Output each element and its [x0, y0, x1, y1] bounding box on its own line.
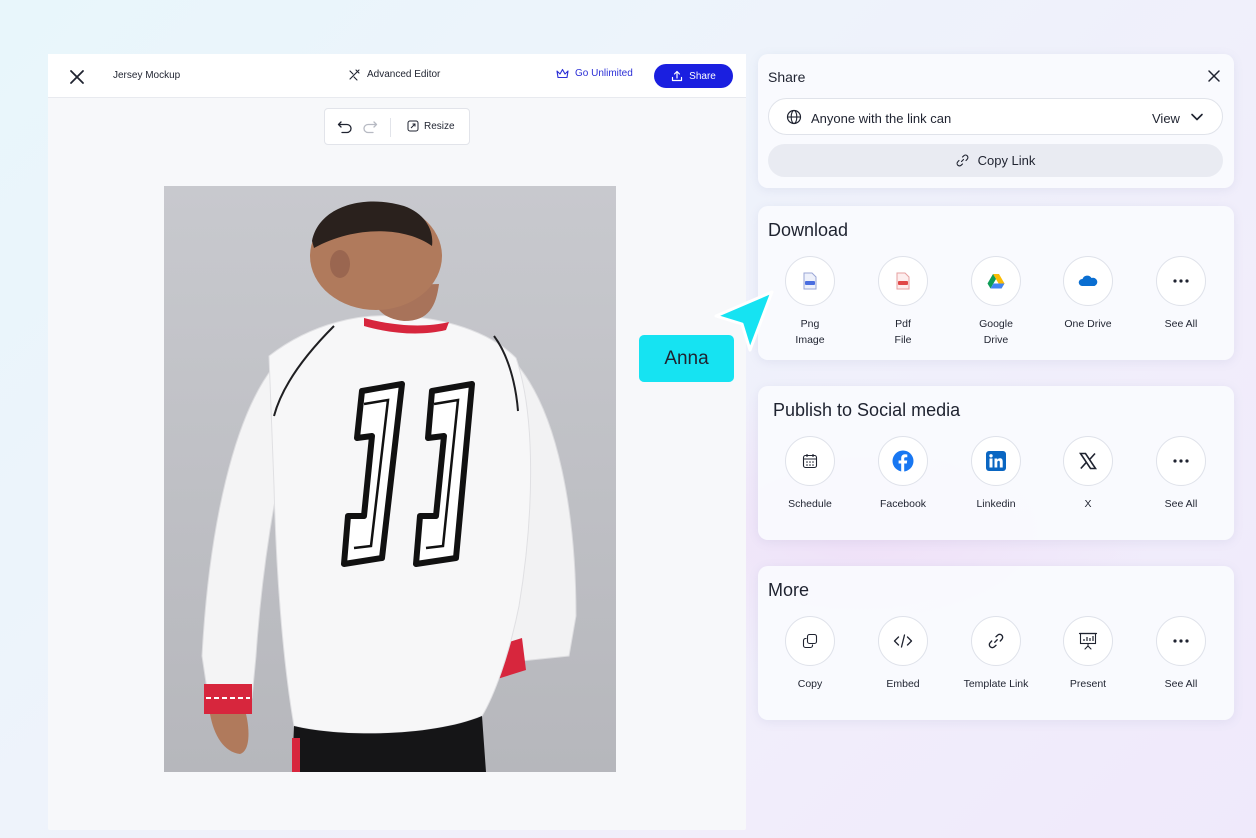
- publish-see-all-label: See All: [1164, 498, 1198, 510]
- more-see-all-label: See All: [1164, 678, 1198, 690]
- download-pdf-button[interactable]: Pdf File: [863, 256, 943, 348]
- download-png-label: Png Image: [795, 318, 825, 346]
- link-access-text: Anyone with the link can: [811, 111, 952, 126]
- download-section-title: Download: [768, 220, 849, 240]
- presentation-icon: [1063, 616, 1113, 666]
- embed-button[interactable]: Embed: [863, 616, 943, 692]
- x-button[interactable]: X: [1048, 436, 1128, 512]
- google-drive-button[interactable]: Google Drive: [956, 256, 1036, 348]
- download-pdf-label: Pdf File: [894, 318, 912, 346]
- x-logo-icon: [1063, 436, 1113, 486]
- more-dots-icon: [1156, 436, 1206, 486]
- facebook-label: Facebook: [879, 498, 927, 510]
- advanced-editor-button[interactable]: Advanced Editor: [348, 68, 440, 81]
- magic-tools-icon: [349, 69, 360, 81]
- facebook-button[interactable]: Facebook: [863, 436, 943, 512]
- document-title[interactable]: Jersey Mockup: [113, 70, 180, 81]
- canvas-toolbar: Resize: [324, 108, 470, 145]
- share-panel-title: Share: [768, 69, 806, 85]
- close-icon[interactable]: [68, 68, 86, 86]
- copy-label: Copy: [797, 678, 823, 690]
- share-button-label: Share: [689, 70, 716, 82]
- download-png-button[interactable]: Png Image: [770, 256, 850, 348]
- more-card: More Copy Embed Template Link Present Se…: [758, 566, 1234, 720]
- jersey-illustration: [201, 201, 577, 772]
- more-dots-icon: [1156, 256, 1206, 306]
- copy-link-label: Copy Link: [977, 153, 1036, 168]
- copy-button[interactable]: Copy: [770, 616, 850, 692]
- go-unlimited-button[interactable]: Go Unlimited: [556, 68, 633, 79]
- share-card: Share Anyone with the link can View Copy…: [758, 54, 1234, 188]
- present-label: Present: [1069, 678, 1107, 690]
- calendar-icon: [785, 436, 835, 486]
- one-drive-label: One Drive: [1064, 318, 1112, 330]
- go-unlimited-label: Go Unlimited: [575, 68, 633, 79]
- jersey-mockup-image[interactable]: [164, 186, 616, 772]
- code-icon: [878, 616, 928, 666]
- more-section-title: More: [768, 580, 810, 600]
- linkedin-icon: [971, 436, 1021, 486]
- copy-link-button[interactable]: Copy Link: [768, 144, 1223, 177]
- link-icon: [971, 616, 1021, 666]
- link-access-dropdown[interactable]: Anyone with the link can View: [768, 98, 1223, 135]
- linkedin-button[interactable]: Linkedin: [956, 436, 1036, 512]
- link-icon: [956, 154, 968, 167]
- pdf-file-icon: [878, 256, 928, 306]
- template-link-button[interactable]: Template Link: [956, 616, 1036, 692]
- copy-icon: [785, 616, 835, 666]
- download-see-all-label: See All: [1164, 318, 1198, 330]
- onedrive-icon: [1063, 256, 1113, 306]
- schedule-button[interactable]: Schedule: [770, 436, 850, 512]
- editor-topbar: Jersey Mockup Advanced Editor Go Unlimit…: [48, 54, 746, 98]
- undo-icon[interactable]: [337, 120, 353, 134]
- crown-icon: [556, 68, 569, 79]
- redo-icon[interactable]: [362, 120, 378, 134]
- publish-section-title: Publish to Social media: [773, 400, 961, 420]
- close-icon[interactable]: [1207, 69, 1221, 83]
- link-permission-value: View: [1152, 111, 1180, 126]
- resize-icon: [407, 120, 419, 132]
- google-drive-label: Google Drive: [979, 318, 1013, 346]
- publish-social-card: Publish to Social media Schedule Faceboo…: [758, 386, 1234, 540]
- x-label: X: [1084, 498, 1092, 510]
- collaborator-name-tag: Anna: [639, 335, 734, 382]
- download-card: Download Png Image Pdf File Google Drive…: [758, 206, 1234, 360]
- resize-button[interactable]: Resize: [407, 120, 455, 132]
- editor-panel: Jersey Mockup Advanced Editor Go Unlimit…: [48, 54, 746, 830]
- toolbar-divider: [390, 118, 391, 137]
- globe-icon: [786, 109, 802, 125]
- png-file-icon: [785, 256, 835, 306]
- download-see-all-button[interactable]: See All: [1141, 256, 1221, 332]
- more-see-all-button[interactable]: See All: [1141, 616, 1221, 692]
- share-button[interactable]: Share: [654, 64, 733, 88]
- google-drive-icon: [971, 256, 1021, 306]
- chevron-down-icon: [1191, 113, 1203, 121]
- embed-label: Embed: [886, 678, 920, 690]
- template-link-label: Template Link: [963, 678, 1029, 690]
- present-button[interactable]: Present: [1048, 616, 1128, 692]
- resize-label: Resize: [424, 120, 455, 132]
- publish-see-all-button[interactable]: See All: [1141, 436, 1221, 512]
- schedule-label: Schedule: [788, 498, 832, 510]
- upload-icon: [672, 70, 683, 82]
- facebook-icon: [878, 436, 928, 486]
- more-dots-icon: [1156, 616, 1206, 666]
- one-drive-button[interactable]: One Drive: [1048, 256, 1128, 332]
- advanced-editor-label: Advanced Editor: [367, 69, 441, 80]
- linkedin-label: Linkedin: [976, 498, 1016, 510]
